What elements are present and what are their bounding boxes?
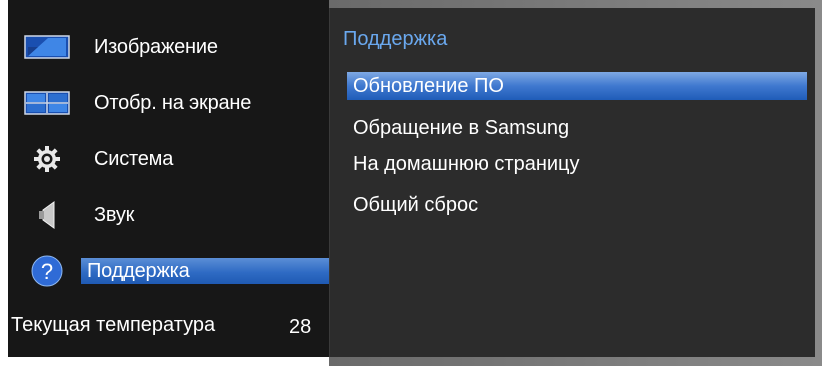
menu-item-label: Поддержка [87,259,190,282]
submenu-item-software-update[interactable]: Обновление ПО [347,72,807,100]
submenu-item-label: На домашнюю страницу [353,152,580,175]
submenu-item-contact-samsung[interactable]: Обращение в Samsung [347,114,807,142]
temperature-label: Текущая температура [11,314,216,336]
onscreen-display-icon [21,87,73,119]
menu-item-sound[interactable]: Звук [8,195,329,235]
submenu-item-label: Обращение в Samsung [353,116,570,139]
menu-item-label: Отобр. на экране [94,91,252,114]
menu-item-system[interactable]: Система [8,139,329,179]
submenu-item-home-page[interactable]: На домашнюю страницу [347,150,807,178]
picture-icon [21,31,73,63]
speaker-icon [21,199,73,231]
submenu-item-label: Обновление ПО [353,74,504,97]
menu-item-onscreen-display[interactable]: Отобр. на экране [8,83,329,123]
svg-text:?: ? [41,259,53,284]
menu-item-picture[interactable]: Изображение [8,27,329,67]
menu-item-label: Система [94,147,174,170]
help-question-icon: ? [21,255,73,287]
submenu-title: Поддержка [343,28,448,50]
main-menu-panel: Изображение Отобр. на экране Система Зву… [8,0,329,357]
menu-item-label: Изображение [94,35,218,58]
temperature-row: Текущая температура 28 [8,308,329,344]
submenu-item-reset-all[interactable]: Общий сброс [347,191,807,219]
gear-icon [21,143,73,175]
temperature-value: 28 [289,316,312,338]
support-submenu-panel: Поддержка Обновление ПО Обращение в Sams… [329,8,815,357]
submenu-item-label: Общий сброс [353,193,479,216]
menu-item-support[interactable]: ? Поддержка [8,251,329,291]
menu-item-label: Звук [94,203,135,226]
